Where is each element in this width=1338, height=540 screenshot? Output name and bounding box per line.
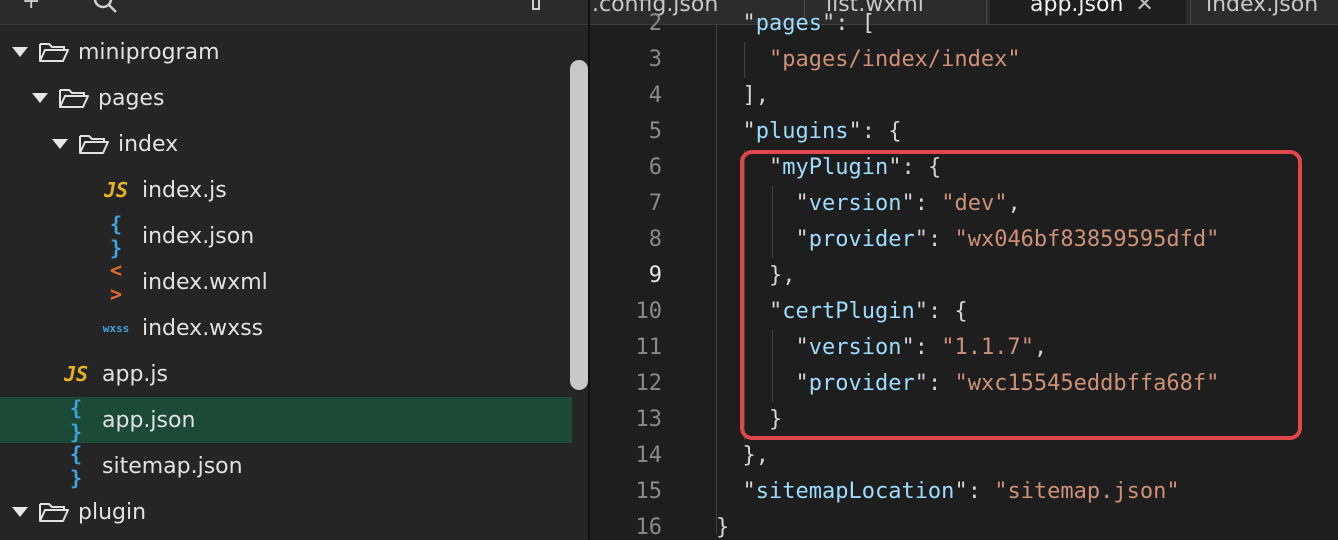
line-number: 13 <box>635 407 663 432</box>
tree-item-sitemap-json[interactable]: { } sitemap.json <box>0 442 572 490</box>
tree-item-plugin[interactable]: plugin <box>0 489 572 535</box>
js-file-icon: JS <box>63 362 89 386</box>
code-line[interactable]: }, <box>716 438 769 474</box>
line-number: 14 <box>635 443 663 468</box>
code-line[interactable]: } <box>716 510 729 540</box>
json-file-icon: { } <box>69 442 83 490</box>
code-line[interactable]: "sitemapLocation": "sitemap.json" <box>716 474 1180 510</box>
code-editor[interactable]: .config.json list.wxml app.json ✕ index.json… <box>590 0 1338 540</box>
tree-item-index[interactable]: index <box>0 121 572 167</box>
tab-label: index.json <box>1206 0 1319 17</box>
explorer-toolbar: + <box>0 0 588 25</box>
chevron-down-icon[interactable] <box>32 93 48 103</box>
tree-item-app-js[interactable]: JS app.js <box>0 351 572 397</box>
sidebar-scrollbar[interactable] <box>570 60 588 390</box>
chevron-down-icon[interactable] <box>12 507 28 517</box>
indent-guide <box>716 24 717 534</box>
tab-separator <box>1190 0 1191 24</box>
tree-item-label: index.wxss <box>142 315 264 341</box>
tree-item-label: plugin <box>78 499 147 525</box>
tab-label: app.json <box>1030 0 1124 17</box>
tree-item-label: miniprogram <box>78 39 220 65</box>
tree-item-app-json[interactable]: { } app.json <box>0 396 572 444</box>
code-line[interactable]: "plugins": { <box>716 114 902 150</box>
file-explorer: + miniprogram pages index JS index.js { } inde… <box>0 0 588 540</box>
tree-item-index-js[interactable]: JS index.js <box>0 167 572 213</box>
tree-item-label: app.json <box>102 407 196 433</box>
more-icon[interactable] <box>532 0 540 10</box>
js-file-icon: JS <box>103 178 129 202</box>
line-number: 11 <box>635 335 663 360</box>
tab-index-json[interactable]: index.json <box>1194 0 1330 24</box>
line-number: 2 <box>648 11 662 36</box>
tree-item-label: sitemap.json <box>102 453 243 479</box>
close-icon[interactable]: ✕ <box>1135 0 1153 17</box>
line-number: 7 <box>648 191 662 216</box>
line-number: 9 <box>648 263 662 288</box>
line-number: 3 <box>648 47 662 72</box>
line-number: 4 <box>648 83 662 108</box>
tree-item-label: index.js <box>142 177 227 203</box>
search-icon[interactable] <box>92 0 118 22</box>
tree-item-pages[interactable]: pages <box>0 75 572 121</box>
folder-open-icon <box>59 89 89 108</box>
line-number: 12 <box>635 371 663 396</box>
add-icon[interactable]: + <box>22 0 40 14</box>
chevron-down-icon[interactable] <box>12 47 28 57</box>
json-file-icon: { } <box>69 396 83 444</box>
json-file-icon: { } <box>109 212 123 260</box>
tab-separator <box>986 0 987 24</box>
tree-item-label: index <box>118 131 179 157</box>
folder-open-icon <box>39 43 69 62</box>
line-number: 16 <box>635 515 663 540</box>
folder-open-icon <box>79 135 109 154</box>
line-number: 15 <box>635 479 663 504</box>
code-line[interactable]: "pages/index/index" <box>716 42 1021 78</box>
tree-item-label: pages <box>98 85 165 111</box>
line-number: 6 <box>648 155 662 180</box>
wxml-file-icon: < > <box>109 258 123 306</box>
tree-item-label: app.js <box>102 361 168 387</box>
tree-item-index-json[interactable]: { } index.json <box>0 212 572 260</box>
line-number: 5 <box>648 119 662 144</box>
folder-open-icon <box>39 503 69 522</box>
tree-item-miniprogram[interactable]: miniprogram <box>0 29 572 75</box>
tree-item-label: index.json <box>142 223 255 249</box>
tree-item-index-wxss[interactable]: wxss index.wxss <box>0 305 572 351</box>
line-number: 10 <box>635 299 663 324</box>
wxss-file-icon: wxss <box>102 321 130 335</box>
tree-item-label: index.wxml <box>142 269 268 295</box>
code-line[interactable]: "pages": [ <box>716 6 875 42</box>
code-line[interactable]: ], <box>716 78 769 114</box>
tree-item-index-wxml[interactable]: < > index.wxml <box>0 258 572 306</box>
tab-app-json[interactable]: app.json ✕ <box>990 0 1186 24</box>
editor-tab-bar: .config.json list.wxml app.json ✕ index.json <box>590 0 1338 25</box>
indent-guide <box>744 42 745 78</box>
chevron-down-icon[interactable] <box>52 139 68 149</box>
plugins-highlight-box <box>740 150 1302 440</box>
line-number: 8 <box>648 227 662 252</box>
